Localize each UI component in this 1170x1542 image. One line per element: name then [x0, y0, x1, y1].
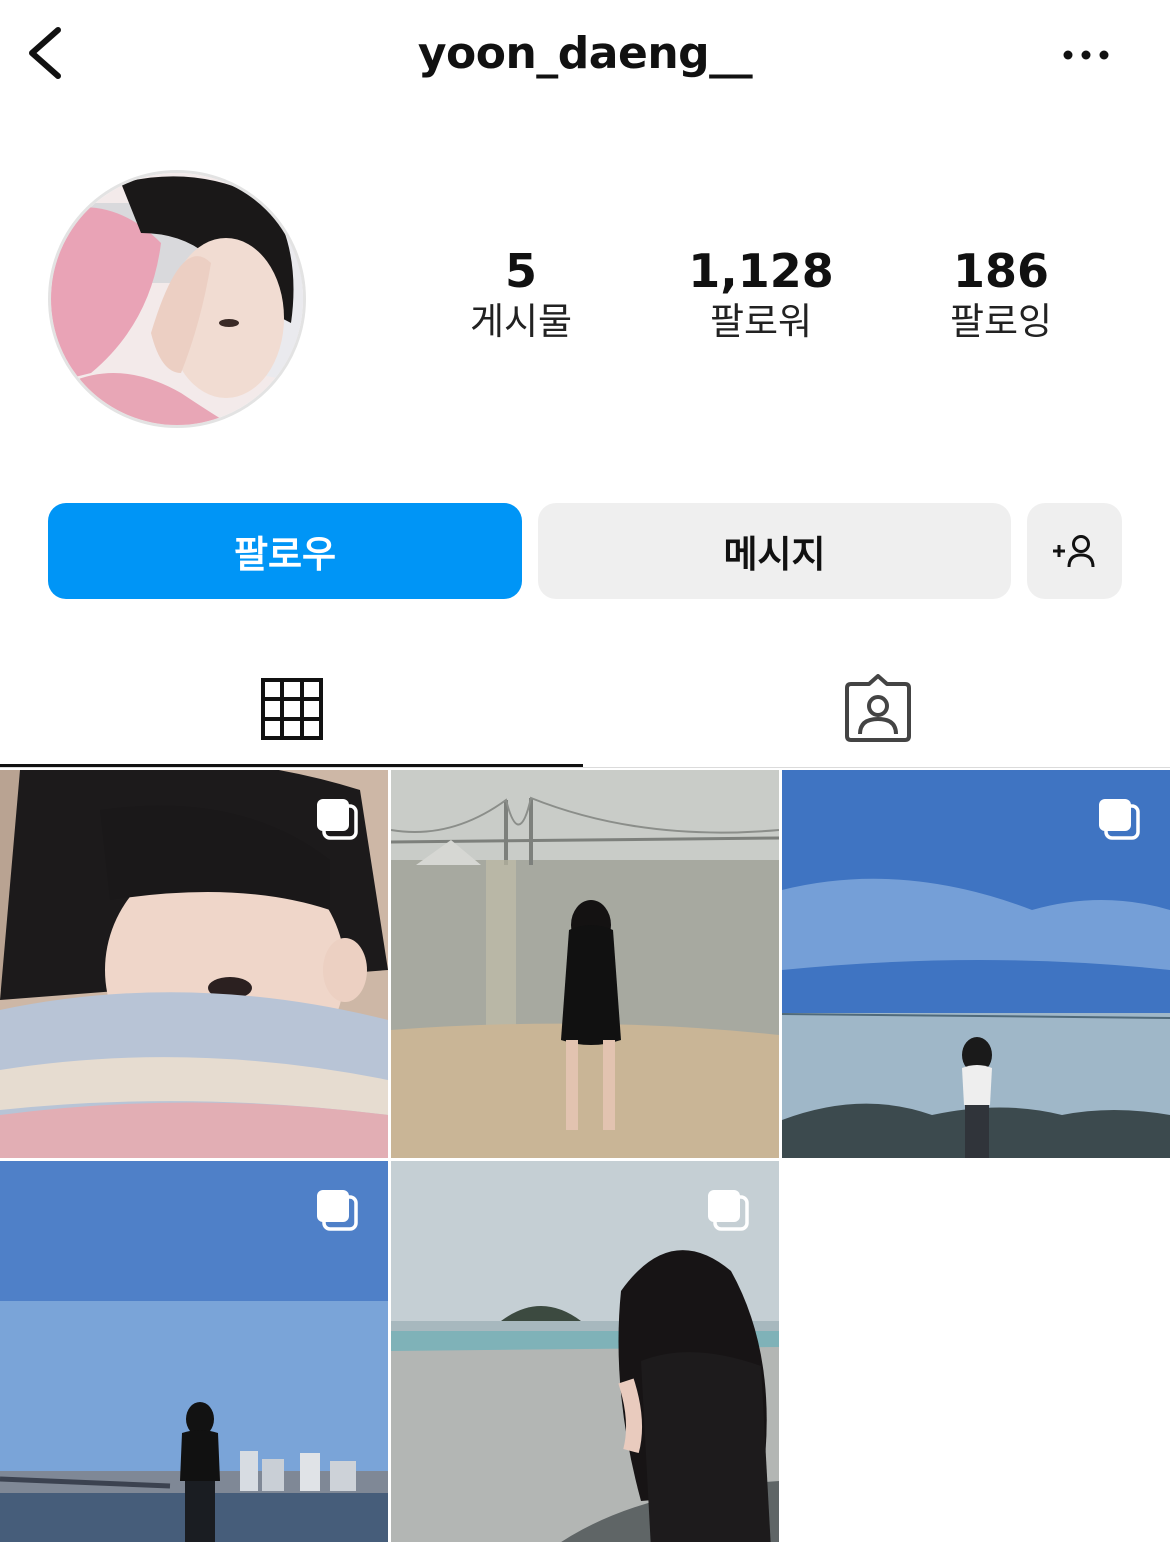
profile-username: yoon_daeng__ — [417, 28, 753, 79]
avatar[interactable] — [48, 170, 306, 428]
posts-label: 게시물 — [469, 300, 573, 343]
post-thumbnail-4[interactable] — [0, 1161, 388, 1542]
tab-tagged[interactable] — [585, 650, 1170, 768]
profile-photo — [51, 173, 303, 425]
multiple-photos-icon — [1099, 799, 1140, 840]
following-count: 186 — [952, 244, 1050, 298]
following-label: 팔로잉 — [949, 300, 1053, 343]
message-button[interactable]: 메시지 — [538, 503, 1011, 599]
more-options-button[interactable] — [1056, 38, 1116, 72]
following-stat[interactable]: 186 팔로잉 — [901, 244, 1101, 346]
more-horizontal-icon — [1063, 50, 1109, 60]
followers-label: 팔로워 — [709, 300, 813, 343]
add-person-icon — [1052, 535, 1094, 568]
tagged-person-icon — [844, 674, 911, 742]
post-thumbnail-1[interactable] — [0, 770, 388, 1158]
active-tab-indicator — [0, 764, 583, 767]
suggested-people-button[interactable] — [1027, 503, 1122, 599]
post-thumbnail-5[interactable] — [391, 1161, 779, 1542]
followers-count: 1,128 — [688, 244, 834, 298]
post-thumbnail-3[interactable] — [782, 770, 1170, 1158]
multiple-photos-icon — [317, 1190, 358, 1231]
follow-button[interactable]: 팔로우 — [48, 503, 522, 599]
tab-divider — [0, 767, 1170, 768]
beach-bridge — [391, 770, 779, 1158]
posts-count: 5 — [504, 244, 537, 298]
grid-icon — [260, 678, 323, 740]
post-thumbnail-2[interactable] — [391, 770, 779, 1158]
multiple-photos-icon — [317, 799, 358, 840]
tab-posts-grid[interactable] — [0, 650, 583, 768]
posts-count-stat[interactable]: 5 게시물 — [421, 244, 621, 346]
multiple-photos-icon — [708, 1190, 749, 1231]
followers-stat[interactable]: 1,128 팔로워 — [661, 244, 861, 346]
